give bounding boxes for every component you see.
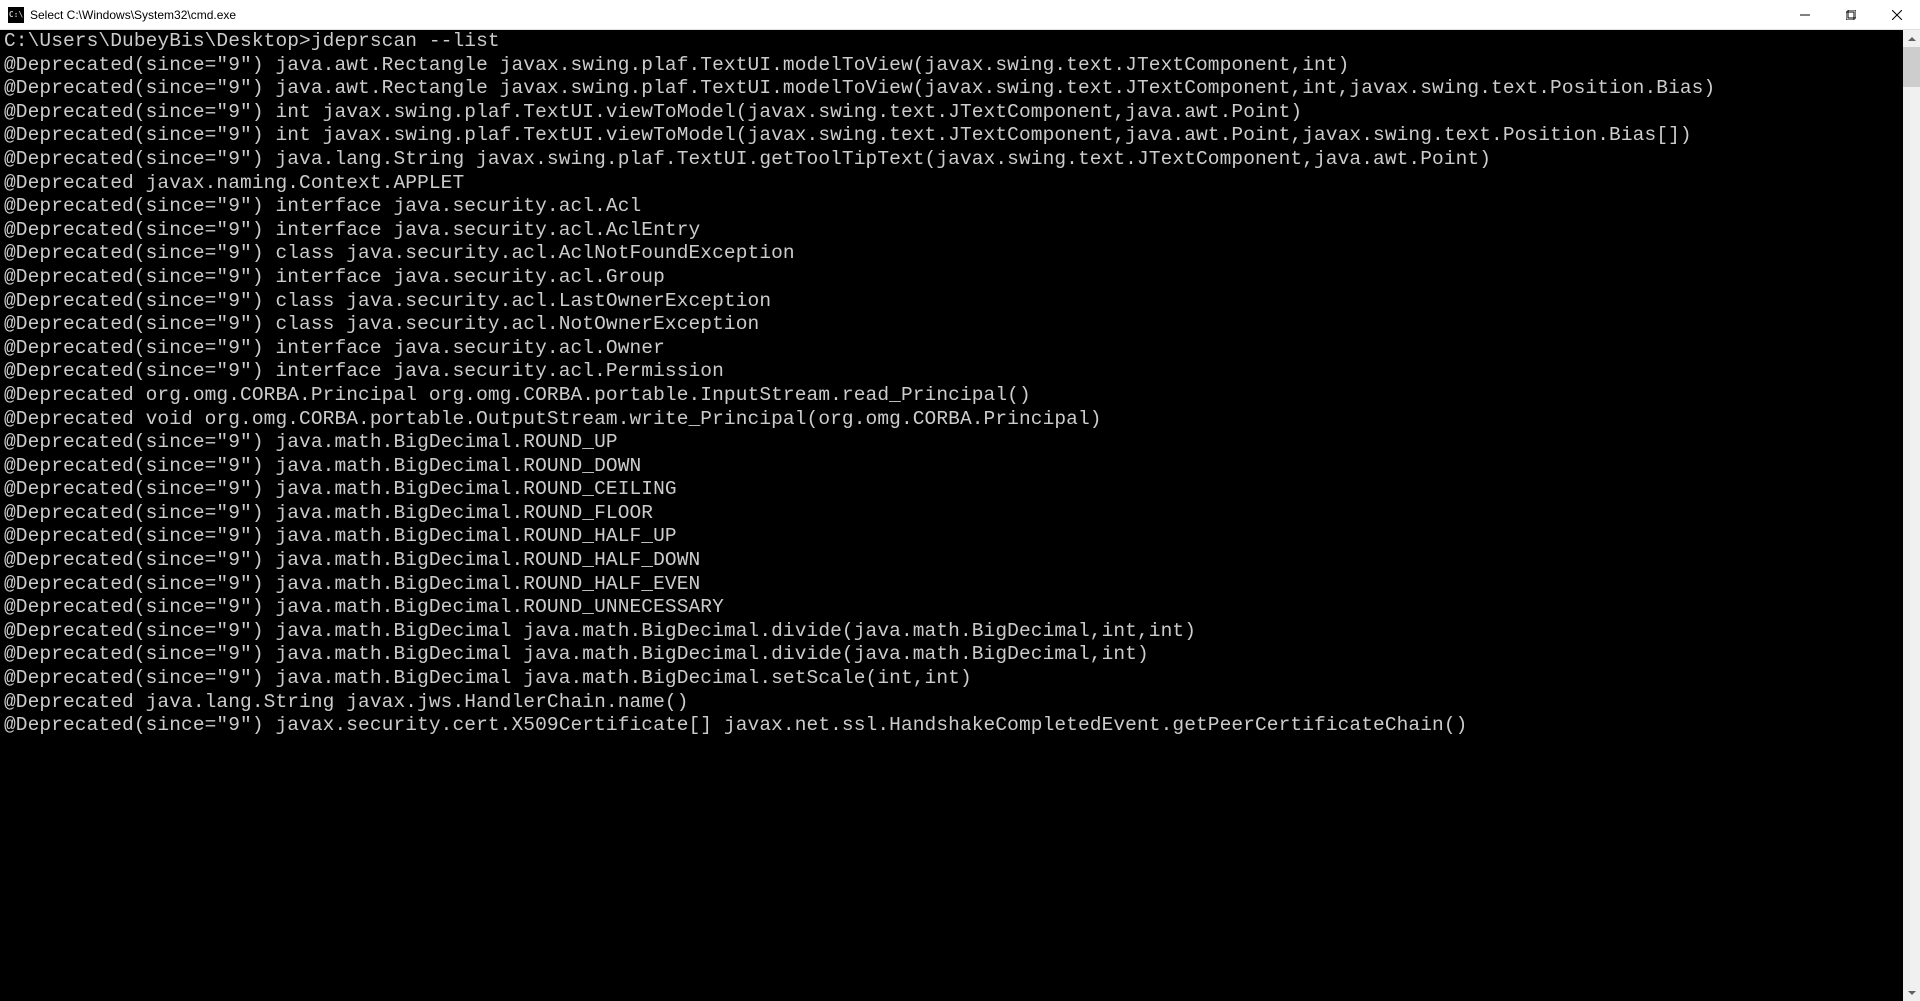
chevron-up-icon [1908,37,1916,41]
scrollbar-track[interactable] [1903,47,1920,984]
scrollbar-thumb[interactable] [1903,47,1920,87]
terminal-output[interactable]: C:\Users\DubeyBis\Desktop>jdeprscan --li… [0,30,1903,1001]
maximize-icon [1846,10,1856,20]
window-titlebar: C:\ Select C:\Windows\System32\cmd.exe [0,0,1920,30]
close-button[interactable] [1874,0,1920,29]
scrollbar-up-arrow[interactable] [1903,30,1920,47]
terminal-wrapper: C:\Users\DubeyBis\Desktop>jdeprscan --li… [0,30,1920,1001]
window-title: Select C:\Windows\System32\cmd.exe [30,8,1782,22]
cmd-icon: C:\ [8,7,24,23]
scrollbar-down-arrow[interactable] [1903,984,1920,1001]
window-controls [1782,0,1920,29]
close-icon [1892,10,1902,20]
vertical-scrollbar[interactable] [1903,30,1920,1001]
chevron-down-icon [1908,991,1916,995]
minimize-icon [1800,10,1810,20]
minimize-button[interactable] [1782,0,1828,29]
maximize-button[interactable] [1828,0,1874,29]
